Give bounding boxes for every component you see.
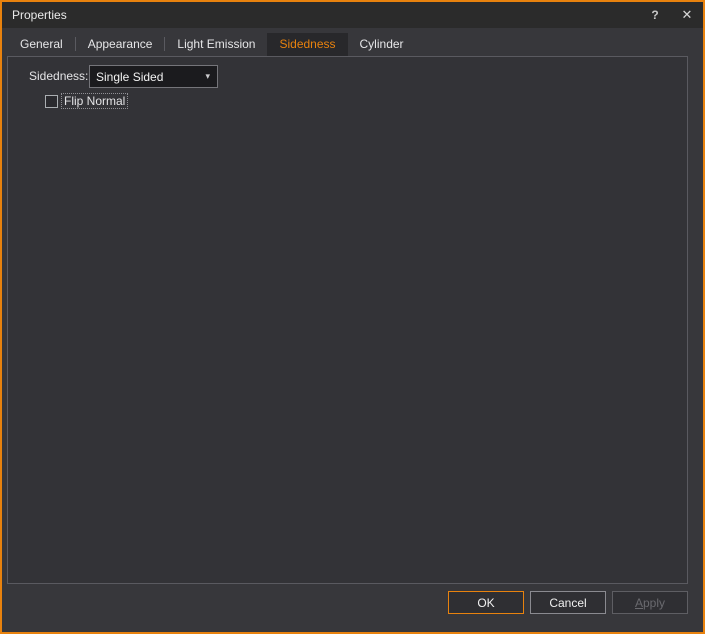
flip-normal-label[interactable]: Flip Normal — [62, 94, 127, 108]
cancel-button[interactable]: Cancel — [530, 591, 606, 614]
titlebar-buttons: ? ✕ — [639, 2, 703, 28]
tab-appearance[interactable]: Appearance — [76, 33, 165, 56]
flip-normal-row: Flip Normal — [45, 93, 127, 109]
dialog-button-row: OK Cancel Apply — [448, 591, 688, 614]
apply-button-label-rest: pply — [643, 596, 665, 610]
tab-bar: General Appearance Light Emission Sidedn… — [2, 28, 703, 56]
help-icon[interactable]: ? — [639, 2, 671, 28]
title-bar[interactable]: Properties ? ✕ — [2, 2, 703, 28]
sidedness-dropdown[interactable]: Single Sided ▾ — [89, 65, 218, 88]
sidedness-dropdown-value: Single Sided — [96, 70, 163, 84]
apply-button-mnemonic: A — [635, 596, 643, 610]
chevron-down-icon: ▾ — [205, 71, 210, 82]
tab-sidedness[interactable]: Sidedness — [267, 33, 347, 56]
tab-page-sidedness: Sidedness: Single Sided ▾ Flip Normal — [7, 56, 688, 584]
apply-button: Apply — [612, 591, 688, 614]
tab-general[interactable]: General — [8, 33, 75, 56]
flip-normal-checkbox[interactable] — [45, 95, 58, 108]
properties-dialog: Properties ? ✕ General Appearance Light … — [0, 0, 705, 634]
ok-button[interactable]: OK — [448, 591, 524, 614]
window-title: Properties — [12, 8, 67, 22]
sidedness-label: Sidedness: — [29, 69, 88, 83]
tab-light-emission[interactable]: Light Emission — [165, 33, 267, 56]
close-icon[interactable]: ✕ — [671, 2, 703, 28]
tab-cylinder[interactable]: Cylinder — [348, 33, 416, 56]
